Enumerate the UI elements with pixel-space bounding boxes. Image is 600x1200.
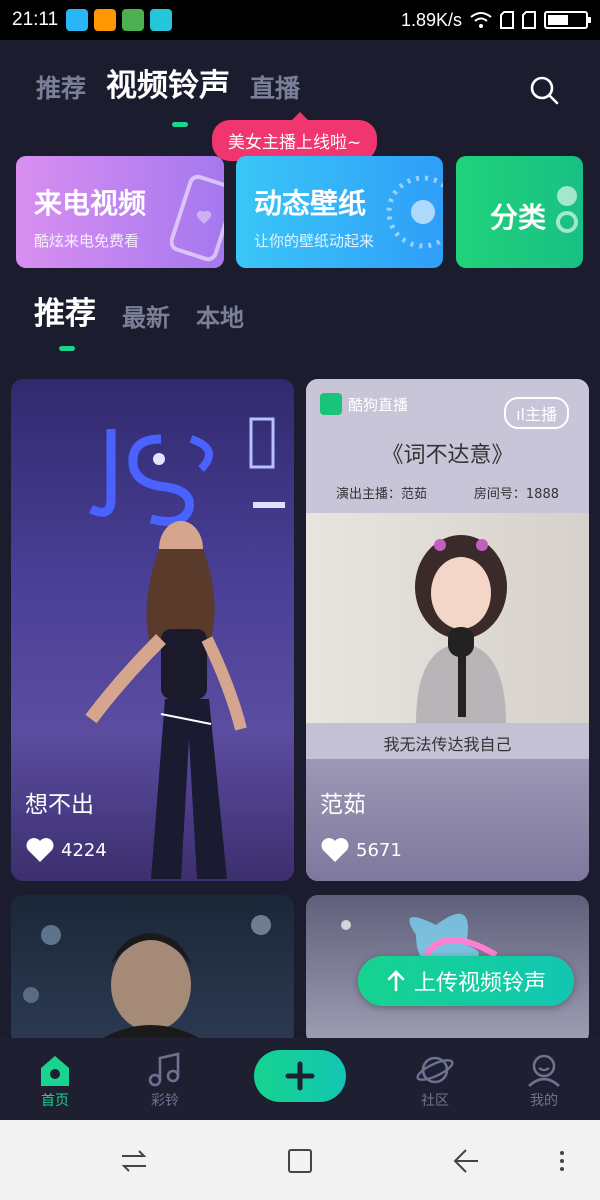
brand-label: 酷狗直播 <box>320 393 408 415</box>
like-count[interactable]: 4224 <box>25 837 107 863</box>
gallery-notification-icon <box>122 9 145 31</box>
user-icon <box>528 1054 560 1087</box>
home-icon <box>41 1056 69 1086</box>
upload-icon <box>387 970 405 992</box>
tab-live[interactable]: 直播 <box>250 69 300 105</box>
nav-ringtone-label: 彩铃 <box>151 1093 179 1109</box>
room-label: 房间号：1888 <box>473 487 559 502</box>
nav-community[interactable]: 社区 <box>395 1052 475 1110</box>
video-meta: 演出主播：范茹 房间号：1888 <box>336 483 559 502</box>
category-card-icon <box>556 186 578 233</box>
switch-apps-icon[interactable] <box>120 1148 148 1174</box>
streamer-figure <box>415 535 507 723</box>
song-title: 《词不达意》 <box>381 443 514 468</box>
nav-community-label: 社区 <box>421 1093 449 1109</box>
back-icon[interactable] <box>452 1148 480 1174</box>
live-badge-label: 主播 <box>524 405 557 424</box>
tab-indicator <box>172 122 188 127</box>
battery-icon <box>544 11 591 29</box>
heart-icon <box>321 838 349 862</box>
planet-icon <box>416 1056 454 1084</box>
subtab-latest[interactable]: 最新 <box>122 298 170 333</box>
add-button[interactable] <box>254 1050 346 1102</box>
status-time: 21:11 <box>12 9 59 30</box>
wallpaper-card-icon <box>386 175 443 249</box>
brand-logo-icon <box>320 393 342 415</box>
music-note-icon <box>148 1052 180 1087</box>
nav-home[interactable]: 首页 <box>15 1052 95 1110</box>
video-thumbnail <box>23 915 271 1045</box>
wifi-icon <box>470 12 492 28</box>
network-speed: 1.89K/s <box>400 9 462 30</box>
subtab-indicator <box>59 346 75 351</box>
video-caption: 我无法传达我自己 <box>383 735 512 754</box>
subtab-local[interactable]: 本地 <box>196 298 244 333</box>
sim2-icon <box>522 11 536 29</box>
bottom-nav: 首页 彩铃 社区 我的 <box>0 1038 600 1120</box>
sub-tabs: 推荐 最新 本地 <box>34 288 244 333</box>
upload-video-ringtone-button[interactable]: 上传视频铃声 <box>358 956 574 1006</box>
heart-icon <box>26 838 54 862</box>
dancer-figure <box>85 521 247 879</box>
upload-label: 上传视频铃声 <box>413 971 546 996</box>
category-card[interactable]: 分类 <box>456 156 583 268</box>
nav-profile[interactable]: 我的 <box>504 1052 584 1110</box>
sim1-icon <box>500 11 514 29</box>
like-count-value: 4224 <box>61 839 107 861</box>
live-badge: ıl主播 <box>504 397 569 429</box>
incoming-call-video-card[interactable]: 来电视频 酷炫来电免费看 <box>16 156 224 268</box>
video-card[interactable]: 想不出 4224 <box>11 379 294 881</box>
app-notification-icon <box>66 9 89 31</box>
video-thumbnail <box>306 513 589 723</box>
video-title: 范茹 <box>320 792 366 818</box>
video-card[interactable]: 酷狗直播 ıl主播 《词不达意》 演出主播：范茹 房间号：1888 我无法传达我… <box>306 379 589 881</box>
search-icon[interactable] <box>528 74 560 106</box>
singer-label: 演出主播：范茹 <box>336 487 428 502</box>
like-count-value: 5671 <box>356 839 402 861</box>
video-card[interactable] <box>11 895 294 1045</box>
home-square-icon[interactable] <box>286 1148 314 1174</box>
usb-notification-icon <box>150 9 173 31</box>
brand-name: 酷狗直播 <box>348 395 409 414</box>
video-title: 想不出 <box>25 792 94 818</box>
system-nav-bar <box>0 1120 600 1200</box>
tab-recommend[interactable]: 推荐 <box>36 69 86 105</box>
live-bars-icon: ıl <box>516 405 525 424</box>
nav-home-label: 首页 <box>41 1093 69 1109</box>
warning-notification-icon <box>94 9 117 31</box>
nav-profile-label: 我的 <box>530 1093 558 1109</box>
live-wallpaper-card[interactable]: 动态壁纸 让你的壁纸动起来 <box>236 156 443 268</box>
like-count[interactable]: 5671 <box>320 837 402 863</box>
status-bar: 21:11 1.89K/s <box>0 0 600 40</box>
tab-video-ringtone[interactable]: 视频铃声 <box>106 60 230 105</box>
nav-ringtone[interactable]: 彩铃 <box>125 1052 205 1110</box>
phone-card-icon <box>170 174 224 262</box>
subtab-recommend[interactable]: 推荐 <box>34 288 96 333</box>
live-tooltip[interactable]: 美女主播上线啦~ <box>212 112 378 161</box>
plus-icon <box>285 1061 315 1091</box>
more-menu-icon[interactable] <box>556 1148 568 1174</box>
top-tabs: 推荐 视频铃声 直播 <box>36 60 300 105</box>
